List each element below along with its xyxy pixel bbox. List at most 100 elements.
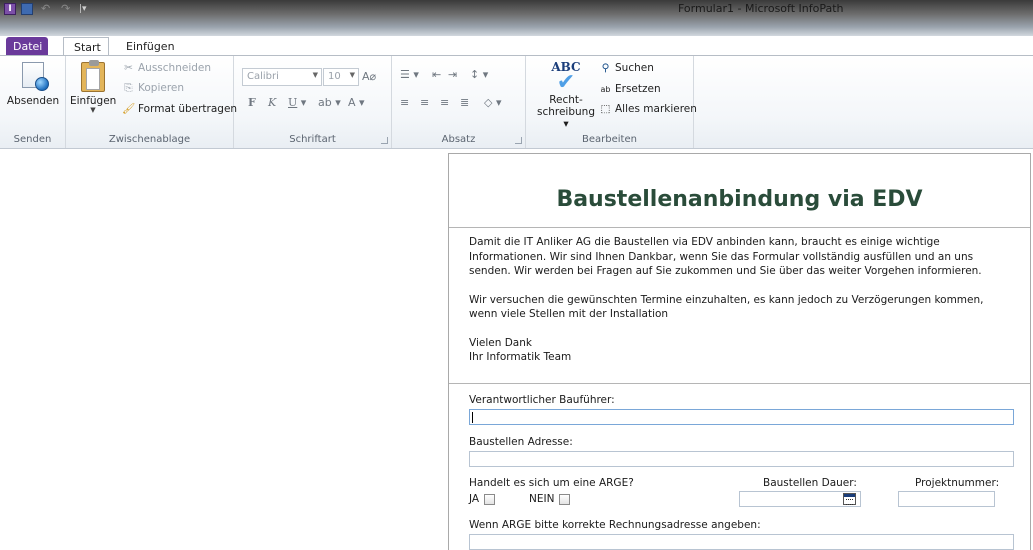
alles-markieren-button[interactable]: ⬚ Alles markieren bbox=[599, 103, 697, 115]
title-bar: I ↶ ↷ |▾ Formular1 - Microsoft InfoPath bbox=[0, 0, 1033, 36]
dauer-label: Baustellen Dauer: bbox=[763, 477, 857, 489]
tab-einfuegen[interactable]: Einfügen bbox=[116, 37, 185, 56]
group-bearbeiten: ABC ✔ Recht- schreibung ▾ ⚲ Suchen ab Erse… bbox=[526, 56, 697, 148]
bullets-icon[interactable]: ☰ ▾ bbox=[400, 68, 419, 81]
section-divider bbox=[449, 383, 1030, 384]
dauer-date-picker[interactable] bbox=[739, 491, 861, 507]
font-name-value: Calibri bbox=[247, 71, 279, 82]
group-label-schriftart: Schriftart bbox=[289, 134, 336, 145]
italic-label: K bbox=[268, 96, 277, 109]
ja-label: JA bbox=[469, 493, 480, 505]
intro-paragraph-2: Wir versuchen die gewünschten Termine ei… bbox=[469, 293, 984, 321]
nein-checkbox[interactable] bbox=[559, 493, 571, 505]
ja-option[interactable]: JA bbox=[469, 493, 496, 505]
align-right-icon[interactable]: ≡ bbox=[440, 96, 449, 109]
intro-team: Ihr Informatik Team bbox=[469, 351, 572, 363]
dialog-launcher-icon[interactable] bbox=[515, 137, 522, 144]
window-title: Formular1 - Microsoft InfoPath bbox=[678, 2, 844, 15]
chevron-down-icon: ▼ bbox=[349, 71, 355, 79]
clear-formatting-icon[interactable]: A⌀ bbox=[362, 70, 376, 83]
underline-button[interactable]: U ▾ bbox=[288, 96, 306, 109]
rechnung-input[interactable] bbox=[469, 534, 1014, 550]
projekt-label: Projektnummer: bbox=[915, 477, 1000, 489]
rechnung-label: Wenn ARGE bitte korrekte Rechnungsadress… bbox=[469, 519, 761, 531]
ersetzen-button[interactable]: ab Ersetzen bbox=[599, 83, 661, 95]
align-left-icon[interactable]: ≡ bbox=[400, 96, 409, 109]
shading-icon[interactable]: ◇ ▾ bbox=[484, 96, 501, 109]
format-uebertragen-button[interactable]: 🖌 Format übertragen bbox=[122, 102, 237, 115]
group-label-absatz: Absatz bbox=[441, 134, 476, 145]
einfuegen-button[interactable]: Einfügen ▼ bbox=[70, 60, 116, 114]
suchen-button[interactable]: ⚲ Suchen bbox=[599, 62, 654, 74]
group-label-zwischenablage: Zwischenablage bbox=[108, 134, 191, 145]
bold-button[interactable]: F bbox=[248, 96, 256, 109]
font-size-select[interactable]: 10 ▼ bbox=[323, 68, 359, 86]
group-schriftart: Calibri ▼ 10 ▼ A⌀ F K U ▾ ab ▾ A ▾ Schrift… bbox=[234, 56, 392, 148]
intro-text: Damit die IT Anliker AG die Baustellen v… bbox=[469, 235, 1014, 365]
absenden-label: Absenden bbox=[6, 95, 60, 107]
font-name-select[interactable]: Calibri ▼ bbox=[242, 68, 322, 86]
chevron-down-icon: ▼ bbox=[312, 71, 318, 79]
send-form-icon bbox=[19, 62, 49, 92]
dialog-launcher-icon[interactable] bbox=[381, 137, 388, 144]
group-label-bearbeiten: Bearbeiten bbox=[582, 134, 637, 145]
bauf-label: Verantwortlicher Bauführer: bbox=[469, 394, 615, 406]
suchen-label: Suchen bbox=[615, 62, 654, 74]
font-color-label: A bbox=[348, 96, 356, 109]
rechtschreibung-button[interactable]: ABC ✔ Recht- schreibung ▾ bbox=[536, 60, 596, 130]
rechtschreibung-label-1: Recht- bbox=[549, 94, 583, 106]
select-all-icon: ⬚ bbox=[600, 103, 611, 115]
calendar-icon[interactable] bbox=[843, 493, 856, 505]
adresse-input[interactable] bbox=[469, 451, 1014, 467]
format-uebertragen-label: Format übertragen bbox=[138, 103, 238, 115]
redo-icon[interactable]: ↷ bbox=[61, 3, 73, 15]
rechtschreibung-label-2: schreibung bbox=[536, 106, 595, 118]
tab-start[interactable]: Start bbox=[63, 37, 109, 56]
alles-markieren-label: Alles markieren bbox=[615, 103, 697, 115]
underline-label: U bbox=[288, 96, 298, 109]
kopieren-label: Kopieren bbox=[138, 82, 185, 94]
ausschneiden-button[interactable]: ✂ Ausschneiden bbox=[122, 62, 211, 74]
save-icon[interactable] bbox=[21, 3, 33, 15]
form-canvas: Baustellenanbindung via EDV Damit die IT… bbox=[448, 153, 1031, 550]
adresse-label: Baustellen Adresse: bbox=[469, 436, 573, 448]
justify-icon[interactable]: ≣ bbox=[460, 96, 469, 109]
bold-label: F bbox=[248, 96, 256, 109]
ausschneiden-label: Ausschneiden bbox=[138, 62, 212, 74]
highlight-label: ab bbox=[318, 96, 332, 109]
scissors-icon: ✂ bbox=[124, 62, 133, 74]
group-senden: Absenden Senden bbox=[0, 56, 66, 148]
decrease-indent-icon[interactable]: ⇤ bbox=[432, 68, 441, 81]
group-label-senden: Senden bbox=[13, 134, 52, 145]
customize-qat-icon[interactable]: |▾ bbox=[79, 3, 91, 15]
intro-thanks: Vielen Dank bbox=[469, 336, 532, 349]
form-title: Baustellenanbindung via EDV bbox=[449, 154, 1030, 228]
group-absatz: ☰ ▾ ⇤ ⇥ ↕ ▾ ≡ ≡ ≡ ≣ ◇ ▾ Absatz bbox=[392, 56, 526, 148]
ribbon: Absenden Senden Einfügen ▼ ✂ Ausschneiden… bbox=[0, 55, 1033, 149]
checkmark-icon: ✔ bbox=[556, 70, 576, 95]
nein-option[interactable]: NEIN bbox=[529, 493, 571, 505]
copy-icon: ⎘ bbox=[124, 82, 133, 94]
increase-indent-icon[interactable]: ⇥ bbox=[448, 68, 457, 81]
infopath-icon[interactable]: I bbox=[4, 3, 16, 15]
line-spacing-icon[interactable]: ↕ ▾ bbox=[470, 68, 488, 81]
arge-label: Handelt es sich um eine ARGE? bbox=[469, 477, 634, 489]
absenden-button[interactable]: Absenden bbox=[6, 62, 60, 107]
text-cursor bbox=[472, 412, 473, 423]
undo-icon[interactable]: ↶ bbox=[41, 3, 53, 15]
paste-icon bbox=[79, 60, 107, 92]
highlight-button[interactable]: ab ▾ bbox=[318, 96, 341, 109]
replace-icon: ab bbox=[600, 85, 611, 94]
font-color-button[interactable]: A ▾ bbox=[348, 96, 365, 109]
chevron-down-icon: ▼ bbox=[90, 106, 96, 114]
tab-datei[interactable]: Datei bbox=[6, 37, 48, 56]
italic-button[interactable]: K bbox=[268, 96, 276, 109]
group-zwischenablage: Einfügen ▼ ✂ Ausschneiden ⎘ Kopieren 🖌 Form… bbox=[66, 56, 237, 148]
bauf-input[interactable] bbox=[469, 409, 1014, 425]
ja-checkbox[interactable] bbox=[484, 493, 496, 505]
projekt-input[interactable] bbox=[898, 491, 995, 507]
align-center-icon[interactable]: ≡ bbox=[420, 96, 429, 109]
kopieren-button[interactable]: ⎘ Kopieren bbox=[122, 82, 184, 95]
binoculars-icon: ⚲ bbox=[601, 62, 610, 74]
font-size-value: 10 bbox=[328, 71, 341, 82]
